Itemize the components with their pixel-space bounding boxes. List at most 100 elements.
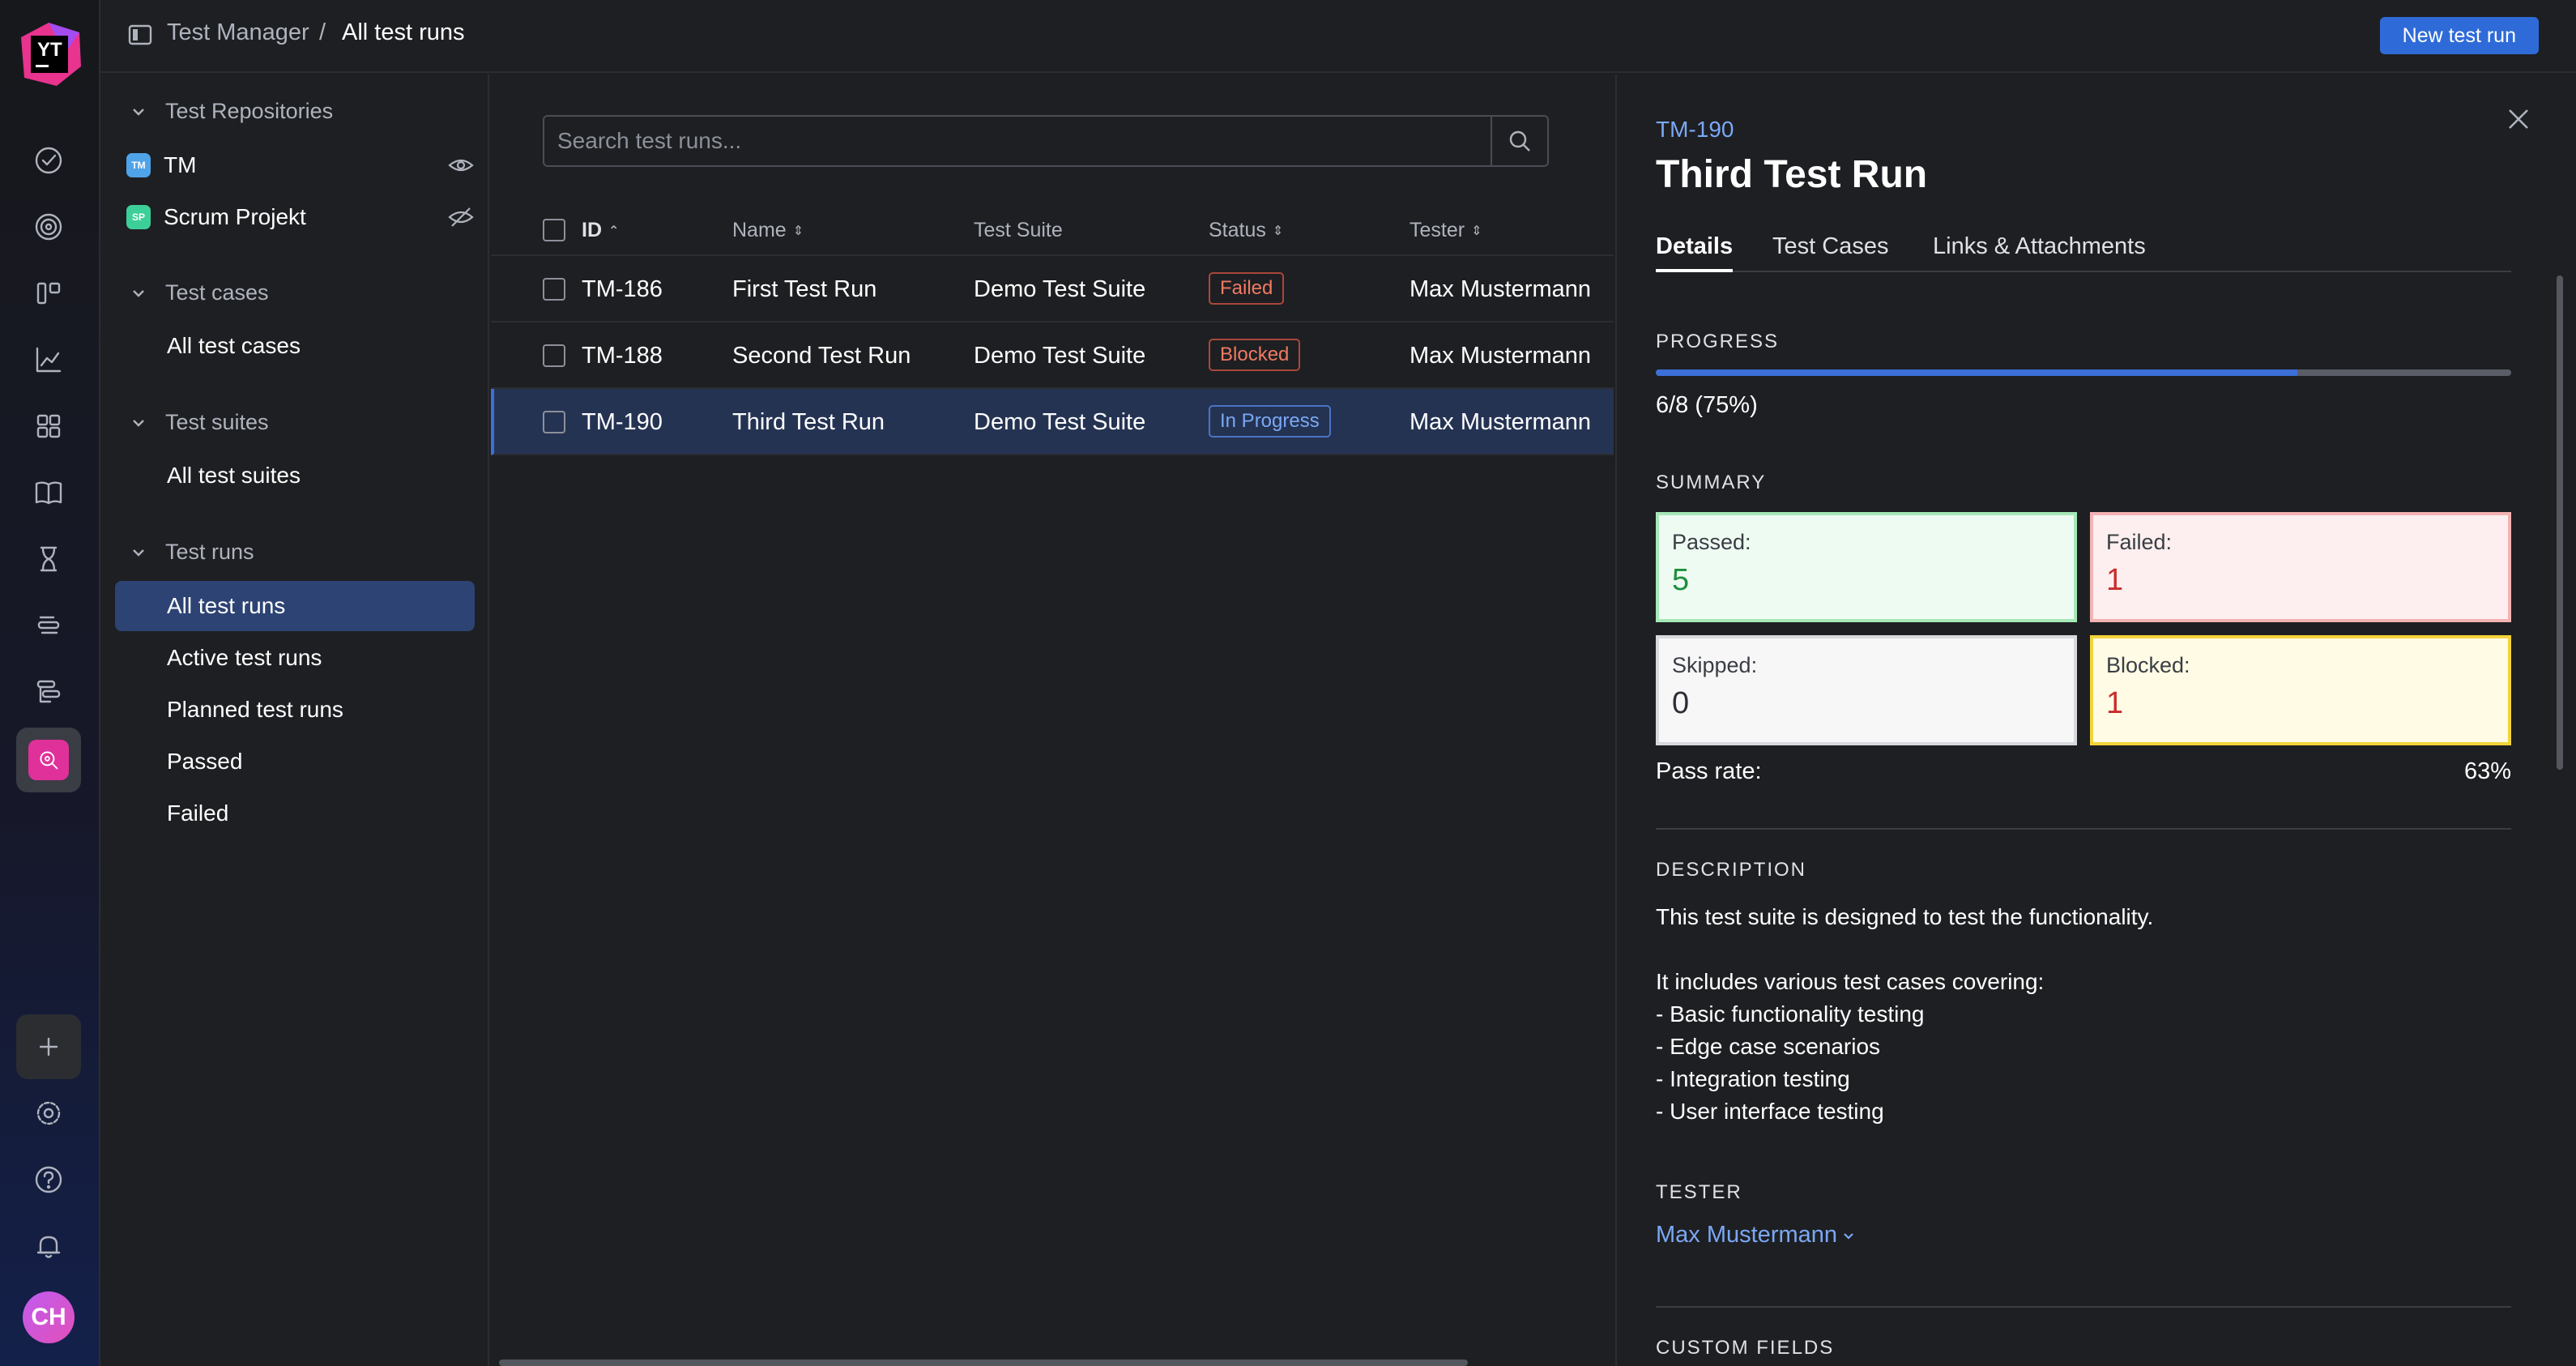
left-rail: YT CH bbox=[0, 0, 100, 1366]
column-label: Name bbox=[732, 219, 787, 241]
sidebar-item-all-test-suites[interactable]: All test suites bbox=[115, 450, 475, 501]
sort-ascending-icon: ⌃ bbox=[608, 224, 620, 238]
sort-icon: ⇕ bbox=[1272, 224, 1284, 238]
gantt-icon[interactable] bbox=[16, 593, 81, 658]
column-header-id[interactable]: ID ⌃ bbox=[582, 219, 619, 242]
breadcrumb-test-manager[interactable]: Test Manager bbox=[167, 19, 309, 46]
divider bbox=[1656, 828, 2511, 830]
add-icon[interactable] bbox=[16, 1014, 81, 1079]
user-avatar[interactable]: CH bbox=[23, 1291, 75, 1343]
section-test-repositories[interactable]: Test Repositories bbox=[130, 99, 333, 124]
column-header-tester[interactable]: Tester ⇕ bbox=[1410, 219, 1482, 242]
boards-icon[interactable] bbox=[16, 261, 81, 326]
table-row[interactable]: TM-188 Second Test Run Demo Test Suite B… bbox=[491, 322, 1614, 389]
divider bbox=[1656, 1306, 2511, 1308]
column-header-test-suite[interactable]: Test Suite bbox=[974, 219, 1063, 242]
card-value: 5 bbox=[1672, 563, 1690, 597]
card-value: 1 bbox=[2106, 686, 2124, 720]
workflow-icon[interactable] bbox=[16, 660, 81, 724]
repo-item-tm[interactable]: TM TM bbox=[126, 149, 475, 181]
table-row-selected[interactable]: TM-190 Third Test Run Demo Test Suite In… bbox=[491, 389, 1614, 455]
sidebar-item-passed[interactable]: Passed bbox=[115, 736, 475, 787]
cell-id: TM-186 bbox=[582, 276, 663, 302]
tab-test-cases[interactable]: Test Cases bbox=[1772, 233, 1888, 272]
notifications-bell-icon[interactable] bbox=[16, 1214, 81, 1278]
cell-name: Second Test Run bbox=[732, 343, 911, 369]
chevron-down-icon bbox=[133, 289, 144, 297]
breadcrumb-current: All test runs bbox=[342, 19, 465, 45]
sidebar-item-all-test-runs[interactable]: All test runs bbox=[115, 581, 475, 631]
table-header: ID ⌃ Name ⇕ Test Suite Status ⇕ Tester ⇕ bbox=[491, 204, 1614, 256]
table-row[interactable]: TM-186 First Test Run Demo Test Suite Fa… bbox=[491, 256, 1614, 322]
tester-label: TESTER bbox=[1656, 1181, 1742, 1203]
new-test-run-button[interactable]: New test run bbox=[2379, 17, 2539, 54]
breadcrumb-separator: / bbox=[319, 19, 326, 45]
column-header-status[interactable]: Status ⇕ bbox=[1209, 219, 1283, 242]
section-label: Test Repositories bbox=[165, 99, 334, 123]
test-manager-icon[interactable] bbox=[16, 728, 81, 792]
summary-card-failed: Failed: 1 bbox=[2090, 512, 2511, 622]
knowledge-base-icon[interactable] bbox=[16, 460, 81, 525]
horizontal-scrollbar[interactable] bbox=[499, 1360, 1468, 1366]
sidebar-item-failed[interactable]: Failed bbox=[115, 788, 475, 839]
row-checkbox[interactable] bbox=[543, 411, 565, 433]
cell-name: First Test Run bbox=[732, 276, 877, 302]
cell-tester: Max Mustermann bbox=[1410, 276, 1592, 302]
test-run-title: Third Test Run bbox=[1656, 153, 1928, 196]
section-test-runs[interactable]: Test runs bbox=[130, 540, 254, 565]
section-test-suites[interactable]: Test suites bbox=[130, 410, 269, 435]
card-value: 0 bbox=[1672, 686, 1690, 720]
settings-gear-icon[interactable] bbox=[16, 1081, 81, 1146]
reports-icon[interactable] bbox=[16, 327, 81, 392]
card-label: Blocked: bbox=[2106, 653, 2190, 677]
sidebar-item-all-test-cases[interactable]: All test cases bbox=[115, 321, 475, 371]
repo-badge: TM bbox=[126, 153, 151, 177]
repo-name: TM bbox=[164, 152, 197, 177]
tester-name: Max Mustermann bbox=[1656, 1222, 1838, 1248]
row-checkbox[interactable] bbox=[543, 278, 565, 301]
details-panel: TM-190 Third Test Run Details Test Cases… bbox=[1615, 75, 2576, 1366]
summary-label: SUMMARY bbox=[1656, 472, 1767, 493]
agile-spiral-icon[interactable] bbox=[16, 194, 81, 259]
progress-bar-fill bbox=[1656, 369, 2297, 376]
summary-card-skipped: Skipped: 0 bbox=[1656, 635, 2077, 745]
close-icon[interactable] bbox=[2505, 105, 2532, 133]
logo-text: YT bbox=[37, 39, 62, 61]
tester-dropdown[interactable]: Max Mustermann bbox=[1656, 1222, 1857, 1249]
timer-icon[interactable] bbox=[16, 527, 81, 591]
progress-bar bbox=[1656, 369, 2511, 376]
column-header-name[interactable]: Name ⇕ bbox=[732, 219, 804, 242]
pass-rate-row: Pass rate: 63% bbox=[1656, 758, 2511, 785]
row-checkbox[interactable] bbox=[543, 344, 565, 367]
sidebar-item-planned-test-runs[interactable]: Planned test runs bbox=[115, 685, 475, 735]
column-label: Tester bbox=[1410, 219, 1465, 241]
pass-rate-value: 63% bbox=[2463, 758, 2511, 784]
issues-icon[interactable] bbox=[16, 128, 81, 193]
card-label: Passed: bbox=[1672, 530, 1751, 554]
test-runs-list: ID ⌃ Name ⇕ Test Suite Status ⇕ Tester ⇕ TM-… bbox=[491, 75, 1614, 1366]
tab-links-attachments[interactable]: Links & Attachments bbox=[1933, 233, 2146, 272]
search-input[interactable] bbox=[544, 117, 1491, 165]
avatar-initials: CH bbox=[31, 1304, 66, 1330]
youtrack-logo[interactable]: YT bbox=[16, 21, 83, 88]
pass-rate-label: Pass rate: bbox=[1656, 758, 1762, 784]
select-all-checkbox[interactable] bbox=[543, 219, 565, 241]
repo-item-scrum-projekt[interactable]: SP Scrum Projekt bbox=[126, 201, 475, 233]
sidebar-toggle-icon[interactable] bbox=[128, 24, 152, 45]
cell-suite: Demo Test Suite bbox=[974, 343, 1146, 369]
search-button[interactable] bbox=[1491, 117, 1547, 165]
eye-off-icon[interactable] bbox=[447, 207, 475, 228]
dashboards-icon[interactable] bbox=[16, 394, 81, 459]
description-label: DESCRIPTION bbox=[1656, 859, 1807, 881]
test-run-id-link[interactable]: TM-190 bbox=[1656, 117, 1734, 143]
cell-tester: Max Mustermann bbox=[1410, 343, 1592, 369]
vertical-scrollbar[interactable] bbox=[2557, 275, 2563, 770]
help-icon[interactable] bbox=[16, 1147, 81, 1212]
sidebar-item-active-test-runs[interactable]: Active test runs bbox=[115, 633, 475, 683]
tab-details[interactable]: Details bbox=[1656, 233, 1734, 272]
eye-icon[interactable] bbox=[447, 155, 475, 176]
cell-id: TM-190 bbox=[582, 409, 663, 435]
section-test-cases[interactable]: Test cases bbox=[130, 280, 269, 305]
top-bar: Test Manager / All test runs New test ru… bbox=[100, 0, 2576, 73]
custom-fields-label: CUSTOM FIELDS bbox=[1656, 1337, 1835, 1359]
